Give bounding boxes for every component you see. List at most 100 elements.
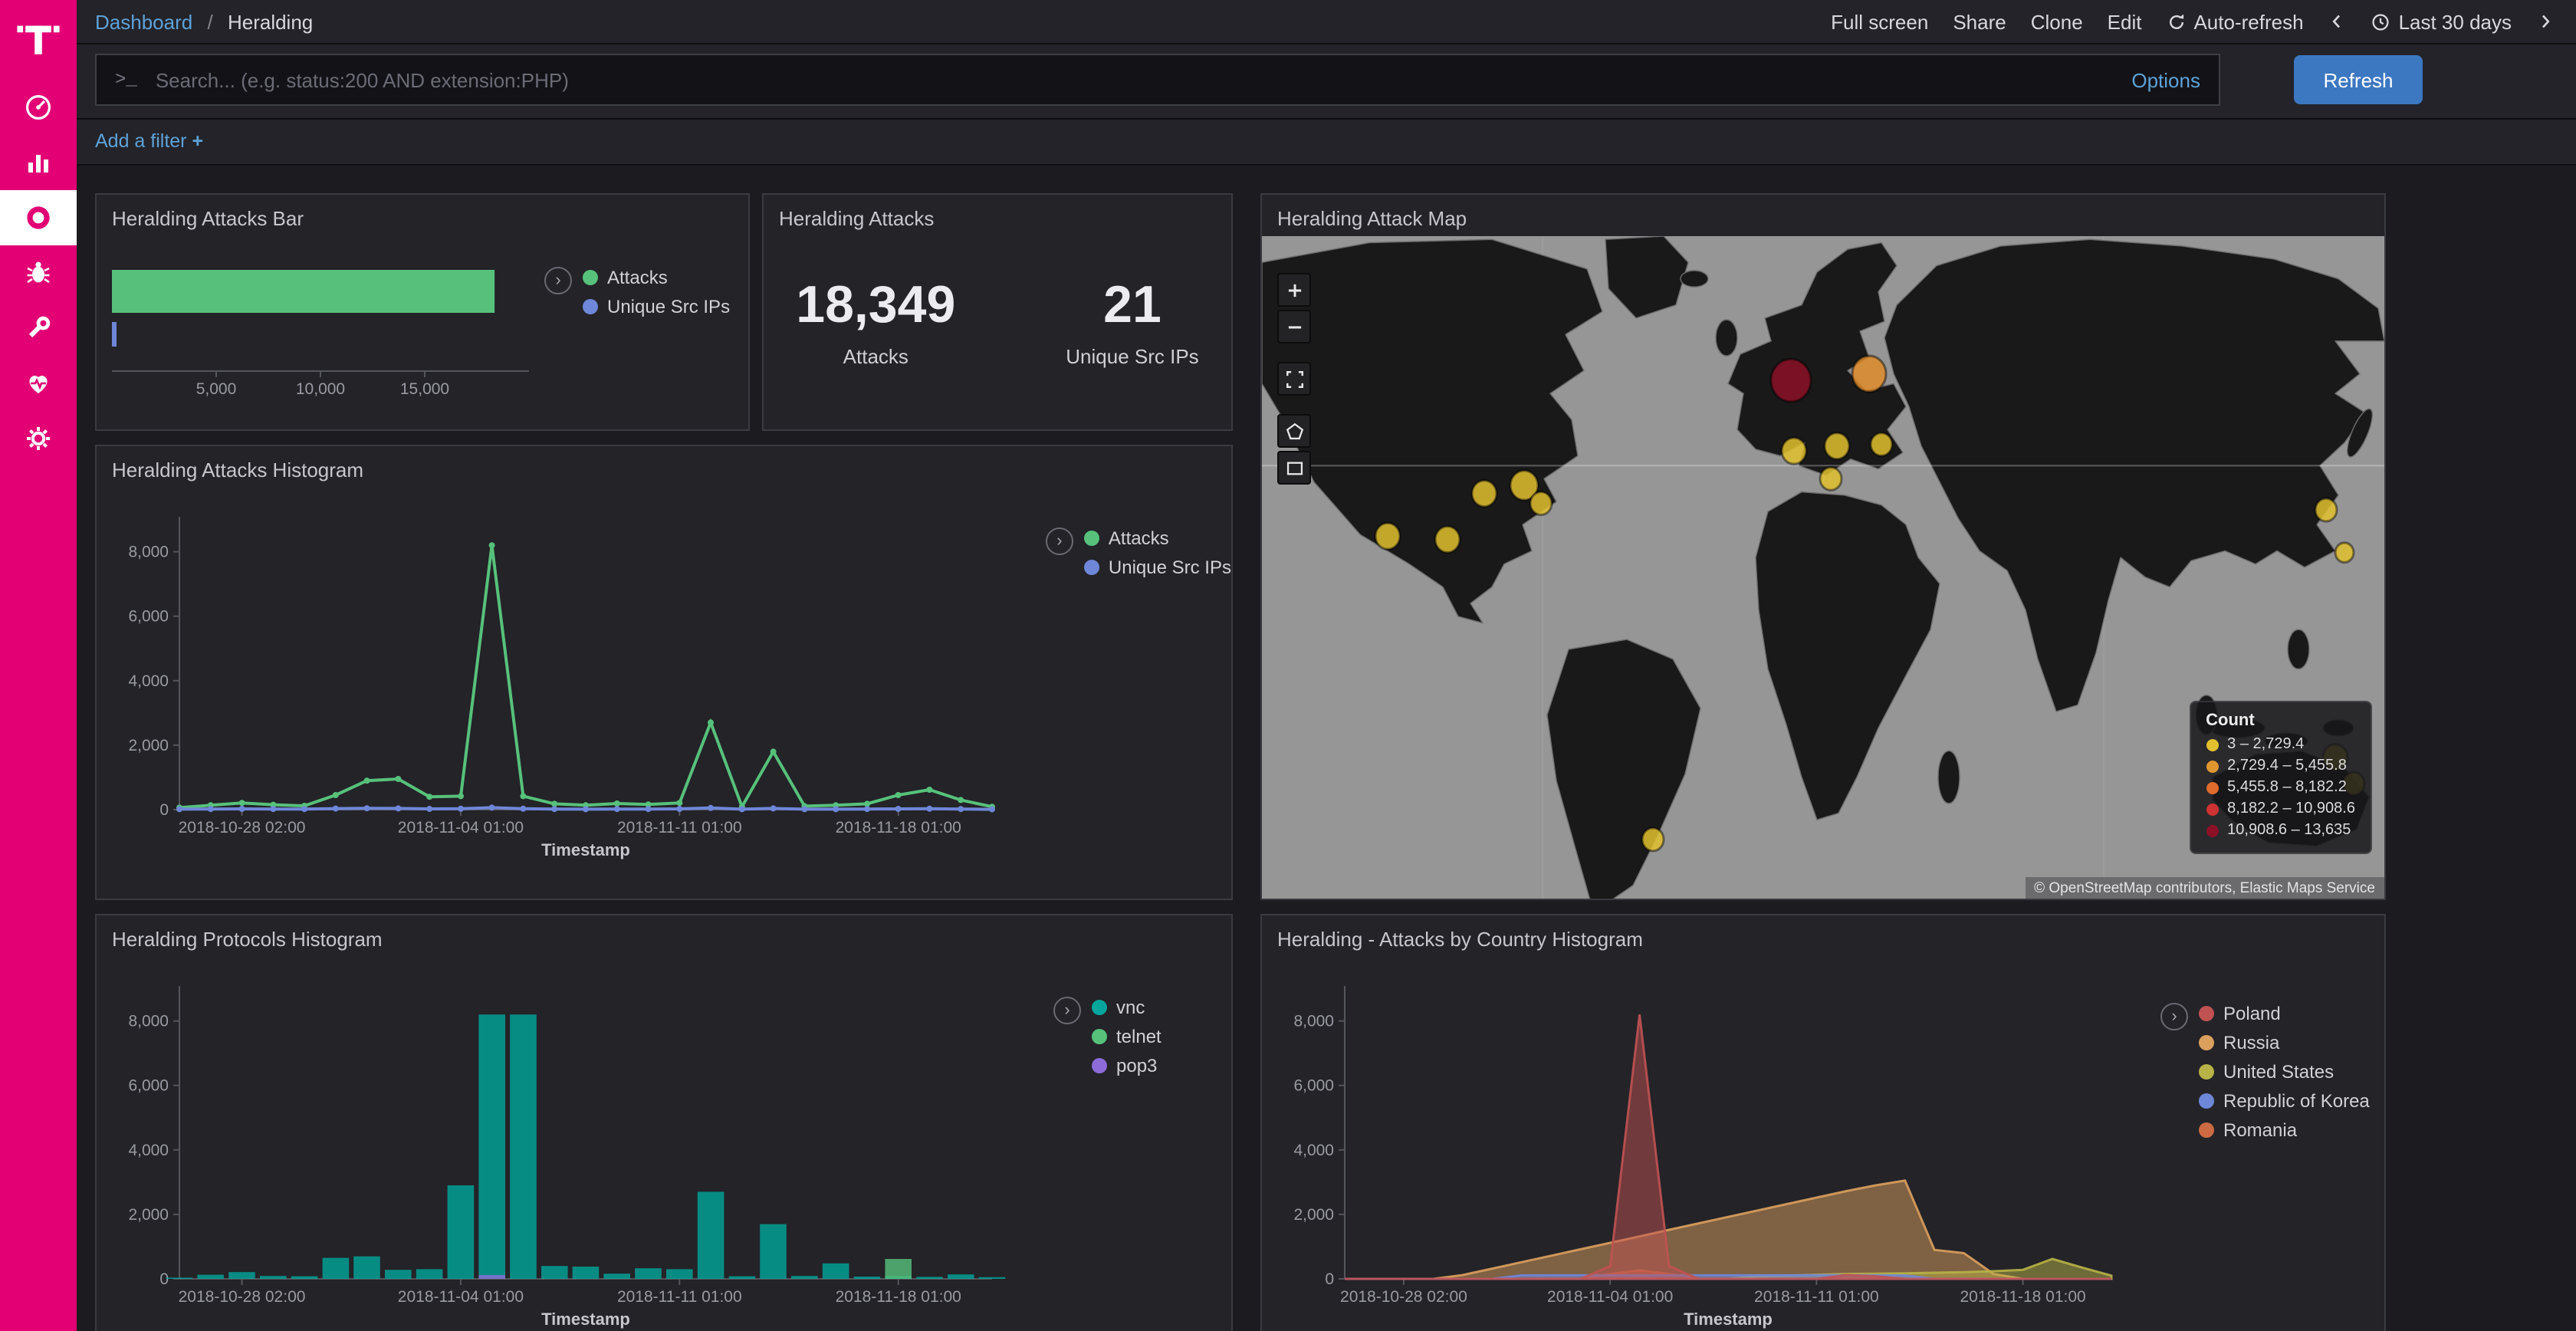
legend-item-pop3[interactable]: pop3	[1092, 1055, 1162, 1076]
svg-text:2018-11-11 01:00: 2018-11-11 01:00	[617, 819, 742, 836]
map-marker[interactable]	[1825, 433, 1849, 459]
svg-text:2018-11-11 01:00: 2018-11-11 01:00	[617, 1288, 742, 1306]
country-histogram-chart[interactable]: 02,0004,0006,0008,0002018-10-28 02:00201…	[1271, 957, 2130, 1331]
panel-title-attacks-metric[interactable]: Heralding Attacks	[764, 195, 1231, 236]
add-filter-link[interactable]: Add a filter +	[95, 130, 203, 152]
svg-text:Timestamp: Timestamp	[541, 1310, 630, 1329]
refresh-cycle-icon	[2166, 12, 2186, 31]
legend-label: Romania	[2223, 1119, 2297, 1141]
search-input[interactable]	[153, 67, 2117, 93]
map-controls	[1277, 273, 1311, 488]
legend-toggle-icon[interactable]: ›	[1053, 997, 1081, 1024]
legend-item-united-states[interactable]: United States	[2199, 1061, 2370, 1083]
legend-item-romania[interactable]: Romania	[2199, 1119, 2370, 1141]
fit-bounds-button[interactable]	[1277, 362, 1311, 396]
attacks-histogram-chart[interactable]: 02,0004,0006,0008,0002018-10-28 02:00201…	[106, 488, 1003, 871]
svg-text:Timestamp: Timestamp	[541, 840, 630, 859]
bug-icon	[23, 258, 54, 288]
legend-dot	[2199, 1035, 2214, 1050]
clock-icon	[2371, 12, 2391, 31]
sidebar-item-donut[interactable]	[0, 190, 77, 245]
map-attribution[interactable]: © OpenStreetMap contributors, Elastic Ma…	[2025, 877, 2384, 900]
map-marker[interactable]	[1472, 481, 1497, 507]
nav-action-share[interactable]: Share	[1953, 10, 2006, 33]
panel-attacks-metric: Heralding Attacks 18,349Attacks21Unique …	[762, 193, 1233, 431]
breadcrumb-dashboard[interactable]: Dashboard	[95, 10, 192, 33]
map-marker[interactable]	[2315, 498, 2337, 521]
panel-title-protocols-histogram[interactable]: Heralding Protocols Histogram	[97, 915, 1231, 957]
legend-item-vnc[interactable]: vnc	[1092, 997, 1162, 1018]
draw-polygon-button[interactable]	[1277, 414, 1311, 448]
time-range-button[interactable]: Last 30 days	[2371, 10, 2512, 33]
nav-action-full-screen[interactable]: Full screen	[1831, 10, 1928, 33]
refresh-button[interactable]: Refresh	[2294, 55, 2423, 104]
sidebar-item-gauge[interactable]	[0, 80, 77, 135]
sidebar-item-bar-chart[interactable]	[0, 135, 77, 190]
legend-item-unique-src-ips[interactable]: Unique Src IPs	[1084, 557, 1231, 578]
plus-icon	[1284, 280, 1304, 300]
dashboard-row-1: Heralding Attacks Bar 5,00010,00015,000 …	[95, 193, 1233, 431]
map-marker[interactable]	[1820, 467, 1842, 490]
attacks-bar-chart[interactable]: 5,00010,00015,000	[106, 245, 535, 399]
map-area[interactable]: Count 3 – 2,729.42,729.4 – 5,455.85,455.…	[1262, 236, 2384, 900]
sidebar-item-heartbeat[interactable]	[0, 356, 77, 411]
map-marker[interactable]	[1871, 433, 1892, 456]
nav-action-edit[interactable]: Edit	[2108, 10, 2142, 33]
map-marker[interactable]	[1642, 828, 1664, 851]
legend-item-unique-src-ips[interactable]: Unique Src IPs	[583, 296, 730, 317]
filter-bar: Add a filter +	[77, 120, 2576, 166]
nav-action-clone[interactable]: Clone	[2031, 10, 2083, 33]
legend-toggle-icon[interactable]: ›	[544, 267, 572, 294]
zoom-in-button[interactable]	[1277, 273, 1311, 307]
map-marker[interactable]	[1852, 356, 1886, 392]
time-back-button[interactable]	[2328, 12, 2347, 31]
panel-title-attack-map[interactable]: Heralding Attack Map	[1262, 195, 2384, 236]
legend-list: vnc telnet pop3	[1092, 997, 1162, 1084]
sidebar-item-bug[interactable]	[0, 245, 77, 301]
map-marker[interactable]	[1530, 492, 1552, 515]
panel-title-country-histogram[interactable]: Heralding - Attacks by Country Histogram	[1262, 915, 2384, 957]
legend-label: Russia	[2223, 1032, 2279, 1053]
auto-refresh-button[interactable]: Auto-refresh	[2166, 10, 2303, 33]
options-link[interactable]: Options	[2131, 68, 2200, 91]
legend-item-republic-of-korea[interactable]: Republic of Korea	[2199, 1090, 2370, 1112]
legend-dot	[2206, 760, 2218, 772]
legend-item-attacks[interactable]: Attacks	[583, 267, 730, 288]
legend-label: Republic of Korea	[2223, 1090, 2370, 1112]
time-forward-button[interactable]	[2536, 12, 2555, 31]
zoom-out-button[interactable]	[1277, 310, 1311, 343]
legend-item-russia[interactable]: Russia	[2199, 1032, 2370, 1053]
search-box[interactable]: >_ Options	[95, 54, 2220, 106]
minus-icon	[1284, 317, 1304, 337]
legend-toggle-icon[interactable]: ›	[1046, 527, 1073, 555]
svg-text:4,000: 4,000	[128, 672, 169, 690]
plus-icon: +	[192, 130, 204, 152]
sidebar-item-wrench[interactable]	[0, 301, 77, 356]
svg-text:2,000: 2,000	[128, 737, 169, 754]
svg-text:8,000: 8,000	[128, 1013, 169, 1030]
draw-rectangle-button[interactable]	[1277, 451, 1311, 485]
map-marker[interactable]	[2335, 543, 2354, 563]
map-marker[interactable]	[1375, 523, 1400, 549]
legend-toggle-icon[interactable]: ›	[2160, 1003, 2188, 1030]
svg-text:6,000: 6,000	[1293, 1077, 1334, 1095]
dashboard-grid: Heralding Attacks Bar 5,00010,00015,000 …	[95, 193, 2576, 1331]
panel-title-attacks-histogram[interactable]: Heralding Attacks Histogram	[97, 446, 1231, 488]
rectangle-icon	[1284, 458, 1304, 478]
sidebar-item-gear[interactable]	[0, 411, 77, 466]
map-marker[interactable]	[1771, 359, 1811, 402]
panel-title-attacks-bar[interactable]: Heralding Attacks Bar	[97, 195, 748, 236]
svg-text:2,000: 2,000	[128, 1206, 169, 1224]
legend-dot	[1092, 1058, 1107, 1073]
telekom-t-logo[interactable]	[15, 18, 61, 55]
protocols-histogram-chart[interactable]: 02,0004,0006,0008,0002018-10-28 02:00201…	[106, 957, 1010, 1331]
panel-attacks-histogram: Heralding Attacks Histogram 02,0004,0006…	[95, 445, 1233, 900]
nav-right: Full screen Share Clone Edit Auto-refresh L…	[1831, 10, 2555, 33]
top-nav: Dashboard / Heralding Full screenShareCl…	[77, 0, 2576, 44]
legend-item-poland[interactable]: Poland	[2199, 1003, 2370, 1024]
legend-item-telnet[interactable]: telnet	[1092, 1026, 1162, 1047]
map-marker[interactable]	[1435, 526, 1460, 552]
legend-label: 8,182.2 – 10,908.6	[2227, 800, 2355, 817]
legend-item-attacks[interactable]: Attacks	[1084, 527, 1231, 549]
map-marker[interactable]	[1782, 438, 1806, 464]
